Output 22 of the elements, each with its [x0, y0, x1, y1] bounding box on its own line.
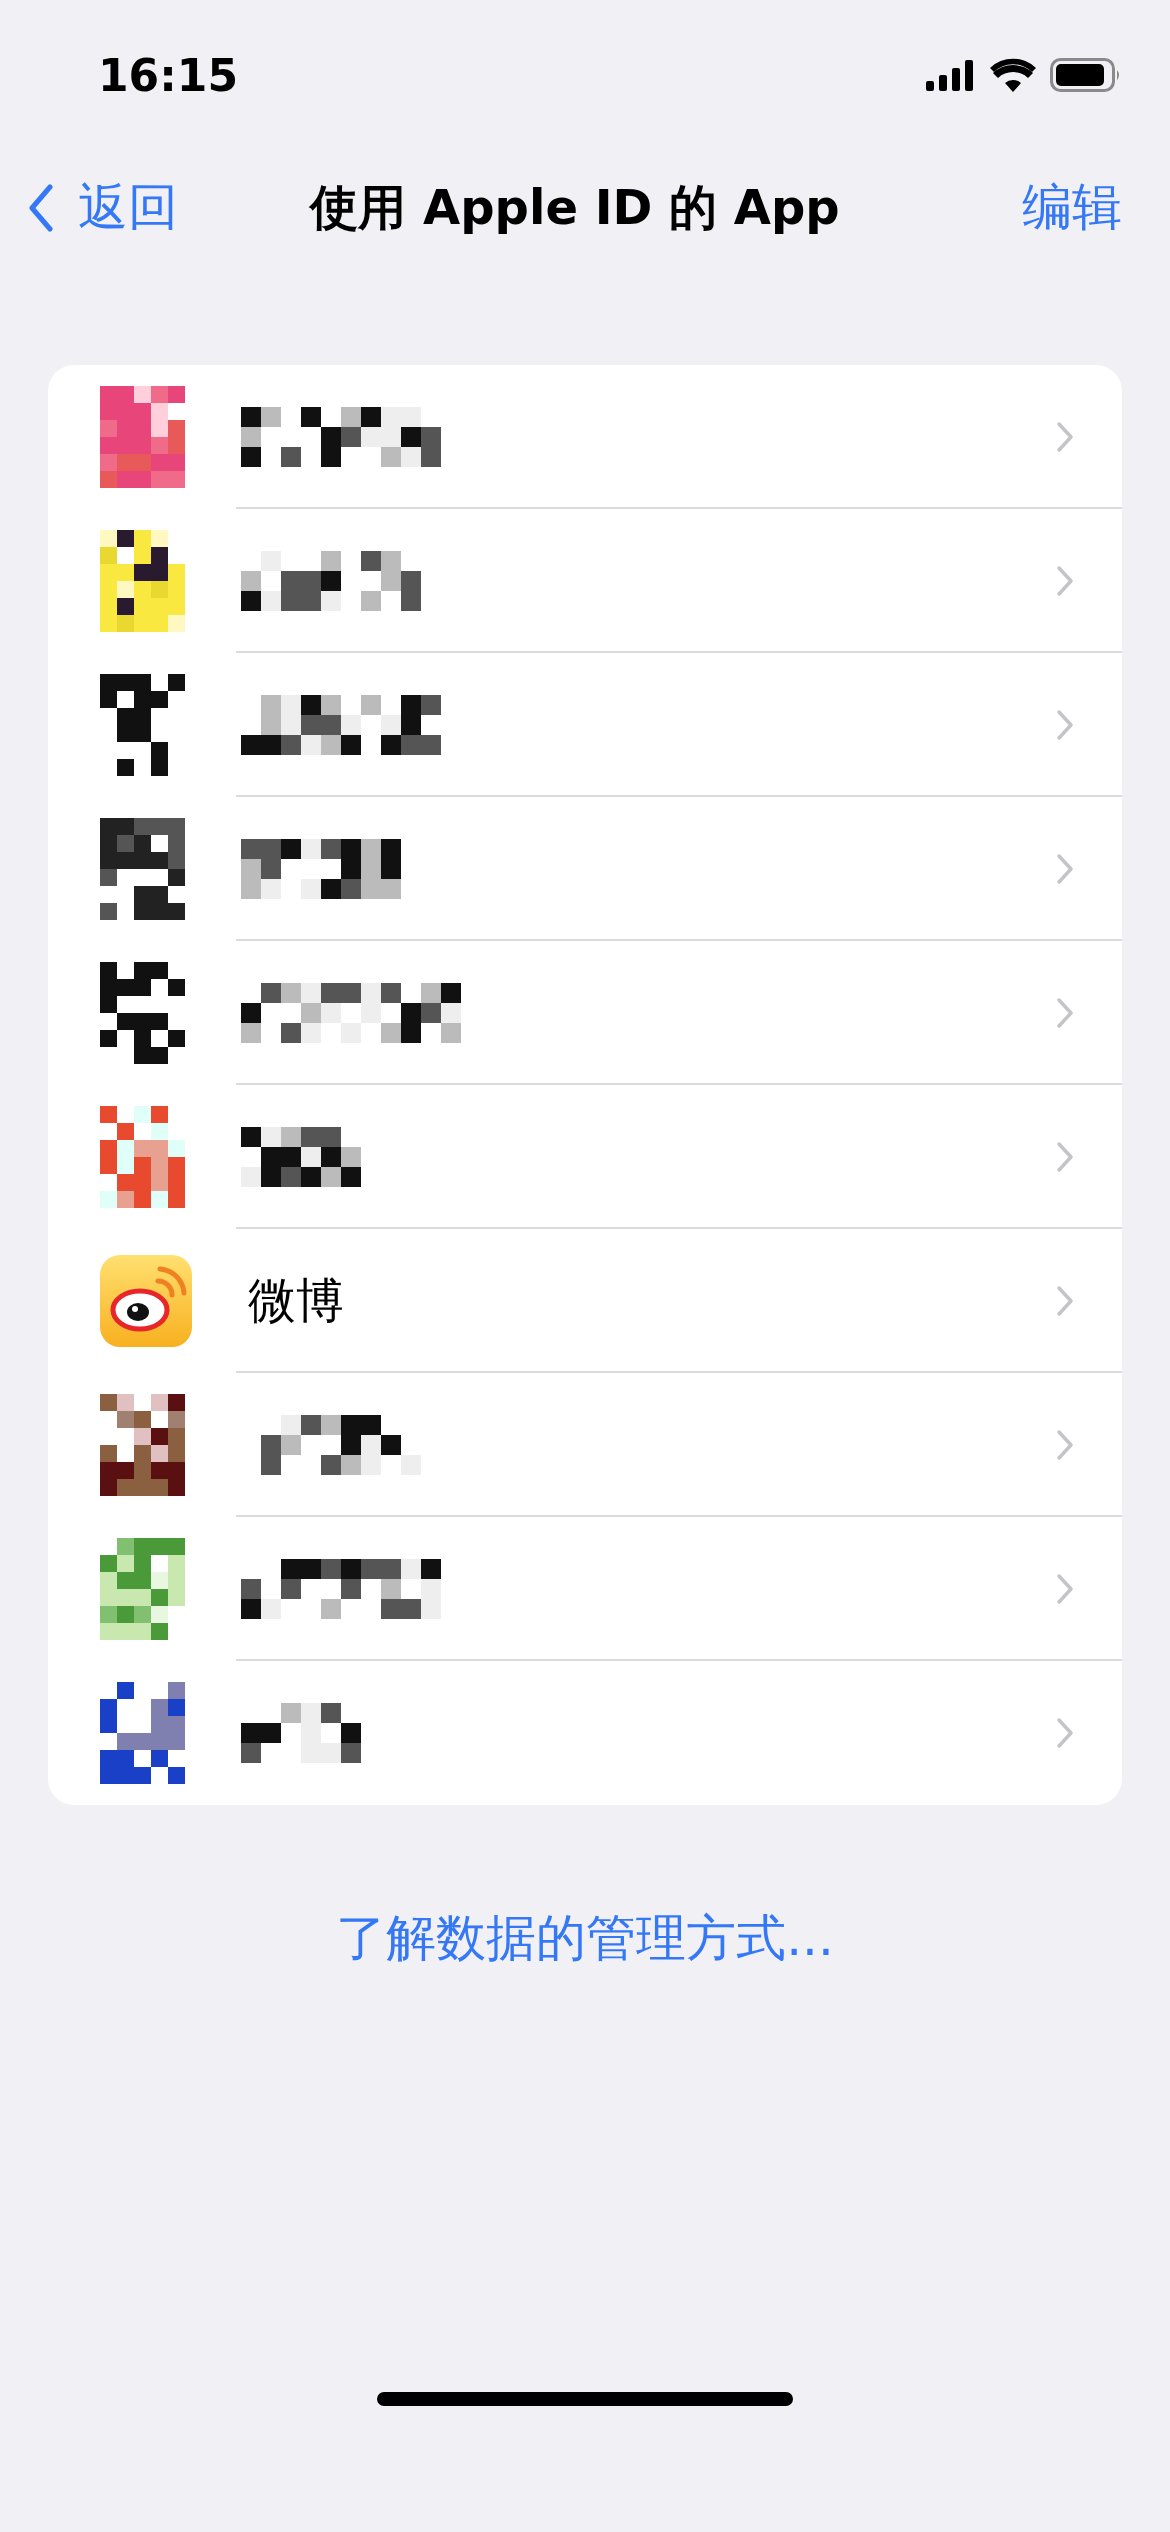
back-button[interactable]: 返回	[28, 174, 178, 241]
manage-data-link[interactable]: 了解数据的管理方式...	[336, 1905, 834, 1972]
chevron-right-icon	[1056, 853, 1074, 885]
chevron-right-icon	[1056, 997, 1074, 1029]
chevron-right-icon	[1056, 1717, 1074, 1749]
chevron-right-icon	[1056, 1573, 1074, 1605]
chevron-right-icon	[1056, 421, 1074, 453]
edit-button[interactable]: 编辑	[1022, 174, 1122, 241]
app-row[interactable]: 微博	[48, 1229, 1122, 1373]
status-time: 16:15	[98, 49, 239, 101]
signal-icon	[926, 59, 976, 91]
wifi-icon	[990, 58, 1036, 92]
back-chevron-icon	[28, 183, 54, 232]
battery-icon	[1050, 58, 1122, 92]
chevron-right-icon	[1056, 1141, 1074, 1173]
chevron-right-icon	[1056, 1285, 1074, 1317]
chevron-right-icon	[1056, 565, 1074, 597]
chevron-right-icon	[1056, 1429, 1074, 1461]
chevron-right-icon	[1056, 709, 1074, 741]
eye-logo-icon	[100, 1255, 192, 1347]
page-title: 使用 Apple ID 的 App	[310, 177, 840, 237]
app-name: 微博	[248, 1271, 344, 1330]
